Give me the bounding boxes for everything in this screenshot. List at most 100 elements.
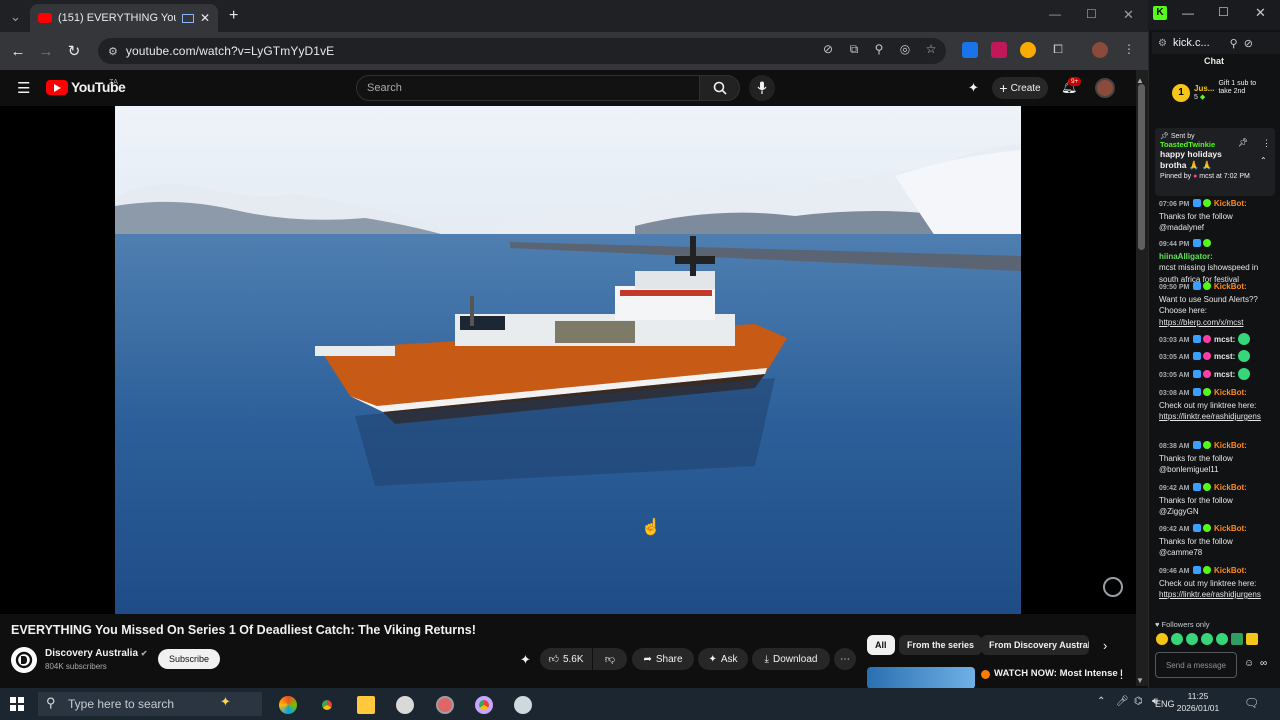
chat-username[interactable]: KickBot: — [1214, 282, 1247, 291]
chat-link[interactable]: https://blerp.com/x/mcst — [1159, 318, 1243, 327]
emote-icon[interactable] — [1156, 633, 1168, 645]
profile-avatar-icon[interactable] — [1092, 42, 1108, 58]
subscribe-button[interactable]: Subscribe — [158, 649, 220, 669]
chat-link[interactable]: https://linktr.ee/rashidjurgens — [1159, 412, 1261, 421]
tab-search-icon[interactable]: ⌄ — [10, 9, 21, 25]
tracking-icon[interactable]: ◎ — [897, 42, 913, 56]
emote-icon[interactable] — [1216, 633, 1228, 645]
side-site-info-icon[interactable]: ⚙ — [1158, 38, 1167, 49]
more-actions-button[interactable]: ⋯ — [834, 648, 856, 670]
obs-icon[interactable] — [396, 696, 414, 714]
app-icon[interactable] — [514, 696, 532, 714]
chat-username[interactable]: KickBot: — [1214, 524, 1247, 533]
emote-icon[interactable] — [1231, 633, 1243, 645]
close-tab-icon[interactable]: ✕ — [200, 11, 210, 25]
side-scroll-up-icon[interactable]: ▲ — [1136, 76, 1144, 85]
pin-menu-icon[interactable]: ⋮ — [1262, 138, 1271, 149]
chat-username[interactable]: mcst: — [1214, 370, 1235, 379]
tray-chevron-icon[interactable]: ⌃ — [1097, 696, 1105, 707]
pin-collapse-icon[interactable]: ⌃ — [1260, 156, 1267, 165]
emote-icon[interactable] — [1171, 633, 1183, 645]
minimize-button[interactable]: — — [1049, 7, 1061, 21]
side-eye-off-icon[interactable]: ⊘ — [1244, 37, 1253, 50]
chat-link[interactable]: https://linktr.ee/rashidjurgens — [1159, 590, 1261, 599]
channel-avatar[interactable] — [11, 647, 37, 673]
chat-username[interactable]: KickBot: — [1214, 566, 1247, 575]
chip-from-series[interactable]: From the series — [899, 635, 983, 655]
clock[interactable]: 11:25 2026/01/01 — [1176, 690, 1220, 714]
windows-start-icon[interactable] — [10, 697, 24, 711]
chat-settings-icon[interactable]: ∞ — [1260, 658, 1267, 669]
chip-all[interactable]: All — [867, 635, 895, 655]
create-button[interactable]: + Create — [992, 77, 1048, 99]
side-address-bar[interactable]: ⚙ kick.c... ⚲ ⊘ — [1152, 32, 1280, 54]
download-button[interactable]: ⤓ Download — [752, 648, 830, 670]
side-maximize-button[interactable]: ☐ — [1218, 5, 1229, 19]
chat-message-input[interactable]: Send a message — [1155, 652, 1237, 678]
gift-leaderboard[interactable]: 1 Jus... 5 ◆ Gift 1 sub to take 2nd — [1152, 76, 1276, 118]
install-icon[interactable]: ⧉ — [846, 42, 862, 57]
ai-summary-icon[interactable]: ✦ — [520, 652, 531, 668]
side-scroll-down-icon[interactable]: ▼ — [1136, 676, 1144, 685]
extension-2-icon[interactable] — [991, 42, 1007, 58]
browser-menu-icon[interactable]: ⋮ — [1121, 42, 1137, 56]
share-button[interactable]: ➦ Share — [632, 648, 694, 670]
emote-icon[interactable] — [1246, 633, 1258, 645]
chat-username[interactable]: KickBot: — [1214, 388, 1247, 397]
network-icon[interactable]: ⌬ — [1134, 696, 1143, 707]
maximize-button[interactable]: ☐ — [1086, 7, 1097, 21]
chat-username[interactable]: KickBot: — [1214, 483, 1247, 492]
emote-icon[interactable] — [1186, 633, 1198, 645]
address-bar[interactable]: ⚙ youtube.com/watch?v=LyGTmYyD1vE — [98, 38, 946, 64]
dislike-button[interactable]: 👎︎ — [593, 648, 627, 670]
zoom-icon[interactable]: ⚲ — [871, 42, 887, 56]
copilot-sparkle-icon[interactable]: ✦ — [220, 694, 231, 710]
reload-button[interactable]: ↻ — [60, 42, 88, 60]
chat-username[interactable]: mcst: — [1214, 352, 1235, 361]
tray-mic-icon[interactable]: 🎤︎ — [1116, 696, 1129, 707]
side-close-button[interactable]: ✕ — [1255, 5, 1266, 21]
extension-1-icon[interactable] — [962, 42, 978, 58]
ask-button[interactable]: ✦ Ask — [698, 648, 748, 670]
recommendation-title[interactable]: WATCH NOW: Most Intense Moments Mega Mar… — [994, 668, 1122, 679]
like-button[interactable]: 👍︎ 5.6K — [540, 648, 592, 670]
close-window-button[interactable]: ✕ — [1123, 7, 1134, 23]
unpin-icon[interactable]: 📌︎ — [1238, 138, 1248, 147]
copilot-app-icon[interactable] — [279, 696, 297, 714]
scrollbar-thumb[interactable] — [1138, 84, 1145, 250]
chat-username[interactable]: KickBot: — [1214, 199, 1247, 208]
chat-username[interactable]: hiinaAlligator: — [1159, 252, 1213, 261]
language-indicator[interactable]: ENG — [1155, 699, 1175, 709]
hamburger-menu-icon[interactable]: ☰ — [17, 79, 30, 97]
bookmark-star-icon[interactable]: ☆ — [923, 42, 939, 56]
back-button[interactable]: ← — [4, 43, 32, 60]
browser-tab[interactable]: (151) EVERYTHING You Mis ✕ — [30, 4, 218, 32]
channel-watermark-icon[interactable] — [1103, 577, 1123, 597]
side-zoom-icon[interactable]: ⚲ — [1230, 37, 1238, 50]
chat-username[interactable]: KickBot: — [1214, 441, 1247, 450]
snipping-tool-icon[interactable] — [436, 696, 454, 714]
emote-icon[interactable] — [1201, 633, 1213, 645]
rec-menu-icon[interactable]: ⋮ — [1116, 668, 1127, 681]
chips-next-icon[interactable]: › — [1103, 638, 1107, 653]
new-tab-button[interactable]: + — [229, 7, 238, 25]
account-avatar[interactable] — [1095, 78, 1115, 98]
side-minimize-button[interactable]: — — [1182, 6, 1194, 20]
chrome-icon[interactable] — [318, 696, 336, 714]
channel-name[interactable]: Discovery Australia ✔︎ — [45, 648, 148, 659]
file-explorer-icon[interactable] — [357, 696, 375, 714]
chrome-profile-icon[interactable] — [475, 696, 493, 714]
chip-from-channel[interactable]: From Discovery Australia — [981, 635, 1089, 655]
extensions-puzzle-icon[interactable]: ⧠ — [1050, 42, 1066, 57]
notification-center-icon[interactable]: 🗨︎ — [1244, 696, 1259, 710]
forward-button[interactable]: → — [32, 43, 60, 60]
voice-search-button[interactable] — [749, 75, 775, 101]
chat-emote-icon[interactable]: ☺ — [1244, 658, 1254, 669]
eye-off-icon[interactable]: ⊘ — [820, 42, 836, 56]
emote-bar[interactable] — [1156, 633, 1274, 647]
extension-3-icon[interactable] — [1020, 42, 1036, 58]
recommendation-thumbnail[interactable] — [867, 667, 975, 689]
video-player[interactable] — [115, 106, 1021, 614]
site-info-icon[interactable]: ⚙ — [108, 45, 118, 58]
search-input[interactable]: Search — [356, 75, 700, 101]
